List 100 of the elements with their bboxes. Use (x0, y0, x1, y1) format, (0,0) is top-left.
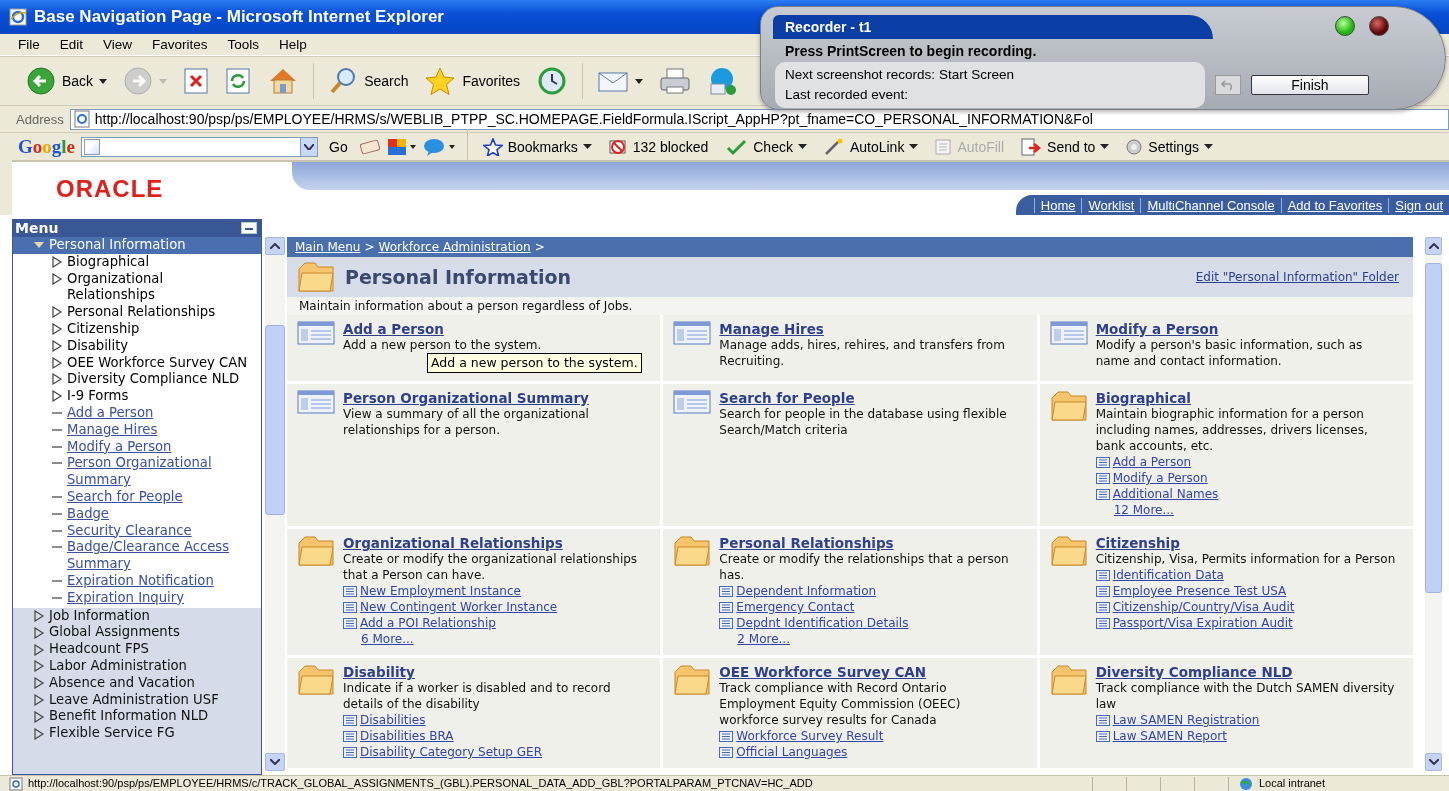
page-scrollbar[interactable] (1425, 237, 1442, 771)
search-button[interactable]: Search (322, 66, 415, 96)
card-title-link[interactable]: Search for People (719, 390, 855, 406)
menu-scrollbar[interactable] (265, 237, 285, 771)
card-link[interactable]: New Contingent Worker Instance (360, 599, 558, 615)
menu-folder[interactable]: Disability (67, 337, 249, 355)
menu-item[interactable]: Job Information (13, 607, 261, 625)
card-link[interactable]: New Employment Instance (360, 583, 521, 599)
menu-link[interactable]: Badge/Clearance Access Summary (67, 539, 249, 573)
card-link[interactable]: Dependent Information (736, 583, 877, 599)
card-title-link[interactable]: OEE Workforce Survey CAN (719, 664, 927, 680)
menu-link[interactable]: Badge (67, 505, 249, 523)
card-title-link[interactable]: Person Organizational Summary (343, 390, 589, 406)
menu-item[interactable]: Benefit Information NLD (13, 708, 261, 726)
menu-item[interactable]: Personal Information (13, 237, 261, 254)
color-blocks-icon[interactable] (386, 136, 417, 157)
finish-button[interactable]: Finish (1251, 75, 1369, 95)
google-toolbar-button[interactable]: Send to (1015, 137, 1115, 156)
speech-bubble-icon[interactable] (422, 136, 457, 157)
card-link[interactable]: Emergency Contact (736, 599, 855, 615)
menu-item[interactable]: Absence and Vacation (13, 674, 261, 692)
header-link[interactable]: Add to Favorites (1280, 197, 1389, 213)
card-title-link[interactable]: Citizenship (1095, 535, 1180, 551)
more-link[interactable]: 2 More... (737, 631, 790, 647)
google-toolbar-button[interactable]: Check (719, 137, 812, 156)
menu-bar-item[interactable]: Favorites (144, 37, 216, 52)
breadcrumb-link[interactable]: Main Menu (295, 240, 361, 254)
dropdown-button[interactable] (300, 136, 318, 157)
header-link[interactable]: Home (1033, 197, 1082, 213)
card-title-link[interactable]: Biographical (1095, 390, 1191, 406)
card-title-link[interactable]: Diversity Compliance NLD (1095, 664, 1293, 680)
google-search-field[interactable] (81, 136, 301, 157)
menu-folder[interactable]: Personal Relationships (67, 304, 249, 321)
breadcrumb-link[interactable]: Workforce Administration (378, 240, 531, 254)
menu-bar-item[interactable]: Help (271, 37, 315, 52)
more-link[interactable]: 6 More... (361, 631, 414, 647)
scroll-thumb[interactable] (1425, 263, 1442, 593)
scroll-down-icon[interactable] (1425, 753, 1442, 771)
address-field[interactable]: http://localhost:90/psp/ps/EMPLOYEE/HRMS/s/WEBLIB_PTPP_SC.HOMEPAGE.FieldFormula.IScript_AppHP?pt_fname=CO_PERSONAL_INFORMATION&Fol (69, 108, 1449, 130)
header-link[interactable]: MultiChannel Console (1140, 197, 1281, 213)
menu-link[interactable]: Security Clearance (67, 522, 249, 540)
google-toolbar-button[interactable]: 132 blocked (602, 137, 714, 156)
back-button[interactable]: Back (20, 66, 114, 96)
menu-item[interactable]: Headcount FPS (13, 641, 261, 658)
card-title-link[interactable]: Organizational Relationships (343, 535, 563, 551)
card-link[interactable]: Identification Data (1112, 567, 1224, 583)
menu-folder[interactable]: Organizational Relationships (67, 270, 249, 305)
menu-bar-item[interactable]: Tools (219, 37, 268, 52)
menu-bar-item[interactable]: Edit (51, 37, 92, 52)
scroll-up-icon[interactable] (1425, 237, 1442, 255)
menu-link[interactable]: Search for People (67, 488, 249, 506)
card-link[interactable]: Add a POI Relationship (360, 615, 496, 631)
google-toolbar-button[interactable]: AutoLink (817, 137, 924, 156)
card-title-link[interactable]: Disability (343, 664, 415, 680)
card-link[interactable]: Workforce Survey Result (736, 728, 884, 744)
menu-link[interactable]: Add a Person (67, 404, 249, 422)
card-link[interactable]: Law SAMEN Report (1112, 728, 1227, 744)
scroll-thumb[interactable] (265, 325, 285, 515)
menu-bar-item[interactable]: File (10, 37, 48, 52)
menu-folder[interactable]: OEE Workforce Survey CAN (67, 354, 249, 372)
edit-folder-link[interactable]: Edit "Personal Information" Folder (1195, 270, 1399, 284)
menu-folder[interactable]: I-9 Forms (67, 388, 249, 405)
header-link[interactable]: Sign out (1388, 197, 1449, 213)
menu-link[interactable]: Expiration Notification (67, 572, 249, 590)
card-link[interactable]: Citizenship/Country/Visa Audit (1112, 599, 1295, 615)
card-title-link[interactable]: Modify a Person (1095, 321, 1219, 337)
card-link[interactable]: Disabilities BRA (360, 728, 454, 744)
card-link[interactable]: Law SAMEN Registration (1112, 712, 1260, 728)
card-title-link[interactable]: Personal Relationships (719, 535, 894, 551)
collapse-icon[interactable] (241, 222, 257, 234)
menu-item[interactable]: Labor Administration (13, 657, 261, 675)
card-link[interactable]: Add a Person (1112, 454, 1192, 470)
favorites-button[interactable]: Favorites (418, 66, 527, 96)
card-link[interactable]: Depdnt Identification Details (736, 615, 909, 631)
card-link[interactable]: Employee Presence Test USA (1112, 583, 1287, 599)
card-link[interactable]: Additional Names (1112, 486, 1219, 502)
google-toolbar-button[interactable]: Settings (1120, 137, 1218, 156)
card-link[interactable]: Disabilities (360, 712, 426, 728)
header-link[interactable]: Worklist (1081, 197, 1141, 213)
card-link[interactable]: Passport/Visa Expiration Audit (1112, 615, 1293, 631)
scroll-down-icon[interactable] (265, 753, 285, 771)
menu-link[interactable]: Manage Hires (67, 421, 249, 439)
card-link[interactable]: Disability Category Setup GER (360, 744, 542, 760)
more-link[interactable]: 12 More... (1113, 502, 1174, 518)
card-link[interactable]: Official Languages (736, 744, 848, 760)
menu-item[interactable]: Leave Administration USF (13, 691, 261, 709)
menu-link[interactable]: Person Organizational Summary (67, 455, 249, 489)
card-title-link[interactable]: Manage Hires (719, 321, 824, 337)
undo-button[interactable] (1215, 75, 1241, 95)
menu-link[interactable]: Expiration Inquiry (67, 589, 249, 607)
menu-bar-item[interactable]: View (95, 37, 141, 52)
menu-folder[interactable]: Biographical (67, 253, 249, 271)
card-title-link[interactable]: Add a Person (343, 321, 444, 337)
menu-folder[interactable]: Diversity Compliance NLD (67, 371, 249, 389)
scroll-up-icon[interactable] (265, 237, 285, 255)
menu-item[interactable]: Global Assignments (13, 624, 261, 642)
menu-folder[interactable]: Citizenship (67, 321, 249, 338)
go-button[interactable]: Go (324, 138, 353, 155)
google-toolbar-button[interactable]: Bookmarks (477, 137, 597, 156)
menu-item[interactable]: Flexible Service FG (13, 725, 261, 742)
